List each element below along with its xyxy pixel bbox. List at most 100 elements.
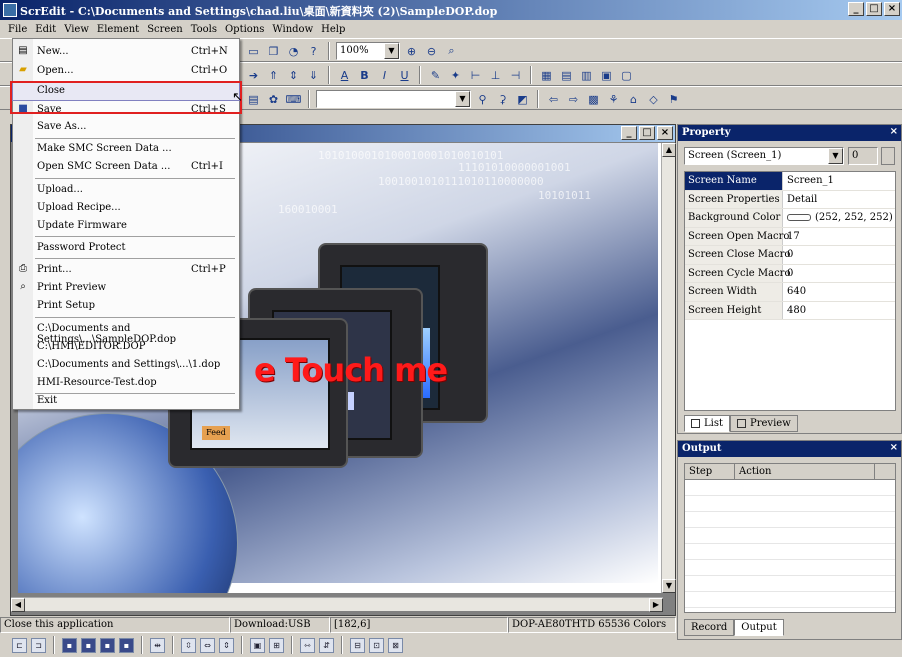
property-row[interactable]: Screen Width 640: [685, 283, 895, 302]
property-row[interactable]: Screen Open Macro 17: [685, 227, 895, 246]
chevron-down-icon[interactable]: ▼: [384, 43, 399, 59]
element-select[interactable]: ▼: [316, 90, 471, 108]
tool-10-icon[interactable]: ⚑: [665, 91, 682, 108]
property-value[interactable]: 17: [783, 228, 804, 246]
tab-record[interactable]: Record: [684, 619, 735, 636]
center-icon[interactable]: ⊠: [388, 637, 403, 653]
help-icon[interactable]: ?: [305, 43, 322, 60]
menu-help[interactable]: Help: [317, 24, 349, 35]
menu-item-print[interactable]: ⎙ Print... Ctrl+P: [13, 261, 239, 279]
editor-minimize-button[interactable]: _: [621, 126, 637, 140]
tab-preview[interactable]: Preview: [730, 415, 798, 432]
center-icon[interactable]: ⊟: [350, 637, 365, 653]
layer-icon[interactable]: ▪: [119, 637, 134, 653]
maximize-button[interactable]: □: [866, 2, 882, 16]
property-row[interactable]: Background Color (252, 252, 252): [685, 209, 895, 228]
layout-1-icon[interactable]: ▦: [538, 67, 555, 84]
property-row[interactable]: Screen Cycle Macro 0: [685, 264, 895, 283]
property-value-color[interactable]: (252, 252, 252): [783, 209, 897, 227]
property-value[interactable]: 480: [783, 302, 810, 320]
chevron-down-icon[interactable]: ▼: [455, 91, 470, 107]
menu-item-save-as[interactable]: Save As...: [13, 118, 239, 136]
editor-maximize-button[interactable]: □: [639, 126, 655, 140]
menu-item-make-smc[interactable]: Make SMC Screen Data ...: [13, 140, 239, 158]
editor-close-button[interactable]: ×: [657, 126, 673, 140]
tool-7-icon[interactable]: ⚘: [605, 91, 622, 108]
menu-item-open[interactable]: ▰ Open... Ctrl+O: [13, 62, 239, 80]
color-swatch[interactable]: [787, 214, 811, 222]
align-icon[interactable]: ⊐: [31, 637, 46, 653]
tab-list[interactable]: List: [684, 415, 730, 432]
move-up-icon[interactable]: ⇑: [265, 67, 282, 84]
spacing-icon[interactable]: ⇔: [200, 637, 215, 653]
tool-6-icon[interactable]: ▩: [585, 91, 602, 108]
menu-item-password-protect[interactable]: Password Protect: [13, 239, 239, 257]
tool-8-icon[interactable]: ⌂: [625, 91, 642, 108]
tool-9-icon[interactable]: ◇: [645, 91, 662, 108]
zoom-fit-icon[interactable]: ⌕: [443, 43, 460, 60]
align-left-icon[interactable]: ⊢: [467, 67, 484, 84]
spacing-icon[interactable]: ⇳: [181, 637, 196, 653]
property-row[interactable]: Screen Close Macro 0: [685, 246, 895, 265]
underline-icon[interactable]: U: [396, 67, 413, 84]
menu-edit[interactable]: Edit: [31, 24, 60, 35]
size-icon[interactable]: ⇿: [300, 637, 315, 653]
menu-tools[interactable]: Tools: [187, 24, 221, 35]
menu-item-new[interactable]: ▤ New... Ctrl+N: [13, 43, 239, 61]
property-row[interactable]: Screen Height 480: [685, 301, 895, 320]
property-row[interactable]: Screen Properties Detail: [685, 190, 895, 209]
move-updown-icon[interactable]: ⇕: [285, 67, 302, 84]
column-header-step[interactable]: Step: [685, 464, 735, 479]
italic-icon[interactable]: I: [376, 67, 393, 84]
tool-2-icon[interactable]: ⚳: [494, 91, 511, 108]
picture-icon[interactable]: ✿: [265, 91, 282, 108]
cascade-icon[interactable]: ❐: [265, 43, 282, 60]
zoom-select[interactable]: 100% ▼: [336, 42, 400, 60]
layout-2-icon[interactable]: ▤: [558, 67, 575, 84]
arrow-right-icon[interactable]: ➔: [245, 67, 262, 84]
property-value[interactable]: Detail: [783, 191, 821, 209]
index-spinner[interactable]: [881, 147, 895, 165]
menu-item-exit[interactable]: Exit: [13, 394, 239, 410]
layer-icon[interactable]: ▪: [100, 637, 115, 653]
close-icon[interactable]: ×: [890, 126, 898, 137]
minimize-button[interactable]: _: [848, 2, 864, 16]
layout-5-icon[interactable]: ▢: [618, 67, 635, 84]
tool-3-icon[interactable]: ◩: [514, 91, 531, 108]
horizontal-scrollbar[interactable]: ◀ ▶: [11, 597, 663, 612]
font-color-icon[interactable]: A: [336, 67, 353, 84]
object-index-field[interactable]: 0: [848, 147, 878, 165]
menu-item-recent-file[interactable]: C:\Documents and Settings\...\1.dop: [13, 356, 239, 374]
layout-3-icon[interactable]: ▥: [578, 67, 595, 84]
column-header-action[interactable]: Action: [735, 464, 875, 479]
touch-me-banner[interactable]: e Touch me: [254, 351, 448, 389]
menu-item-upload[interactable]: Upload...: [13, 181, 239, 199]
align-right-icon[interactable]: ⊣: [507, 67, 524, 84]
zoom-in-icon[interactable]: ⊕: [403, 43, 420, 60]
bold-icon[interactable]: B: [356, 67, 373, 84]
ungroup-icon[interactable]: ⊞: [269, 637, 284, 653]
center-icon[interactable]: ⊡: [369, 637, 384, 653]
chevron-down-icon[interactable]: ▼: [828, 148, 843, 164]
close-window-button[interactable]: ×: [884, 2, 900, 16]
pen-icon[interactable]: ✎: [427, 67, 444, 84]
property-value[interactable]: 0: [783, 265, 797, 283]
layer-icon[interactable]: ▪: [62, 637, 77, 653]
screen-icon[interactable]: ▤: [245, 91, 262, 108]
menu-file[interactable]: File: [4, 24, 31, 35]
app-icon[interactable]: [3, 3, 17, 17]
menu-item-recent-file[interactable]: C:\Documents and Settings\...\SampleDOP.…: [13, 320, 239, 345]
menu-item-print-setup[interactable]: Print Setup: [13, 297, 239, 315]
distribute-icon[interactable]: ⇹: [150, 637, 165, 653]
layer-icon[interactable]: ▪: [81, 637, 96, 653]
tool-1-icon[interactable]: ⚲: [474, 91, 491, 108]
menu-element[interactable]: Element: [93, 24, 143, 35]
keyboard-icon[interactable]: ⌨: [285, 91, 302, 108]
menu-window[interactable]: Window: [268, 24, 317, 35]
menu-item-update-firmware[interactable]: Update Firmware: [13, 217, 239, 235]
scroll-right-icon[interactable]: ▶: [649, 598, 663, 612]
property-value[interactable]: Screen_1: [783, 172, 838, 190]
menu-item-recent-file[interactable]: HMI-Resource-Test.dop: [13, 374, 239, 392]
close-icon[interactable]: ×: [890, 442, 898, 453]
menu-options[interactable]: Options: [221, 24, 268, 35]
